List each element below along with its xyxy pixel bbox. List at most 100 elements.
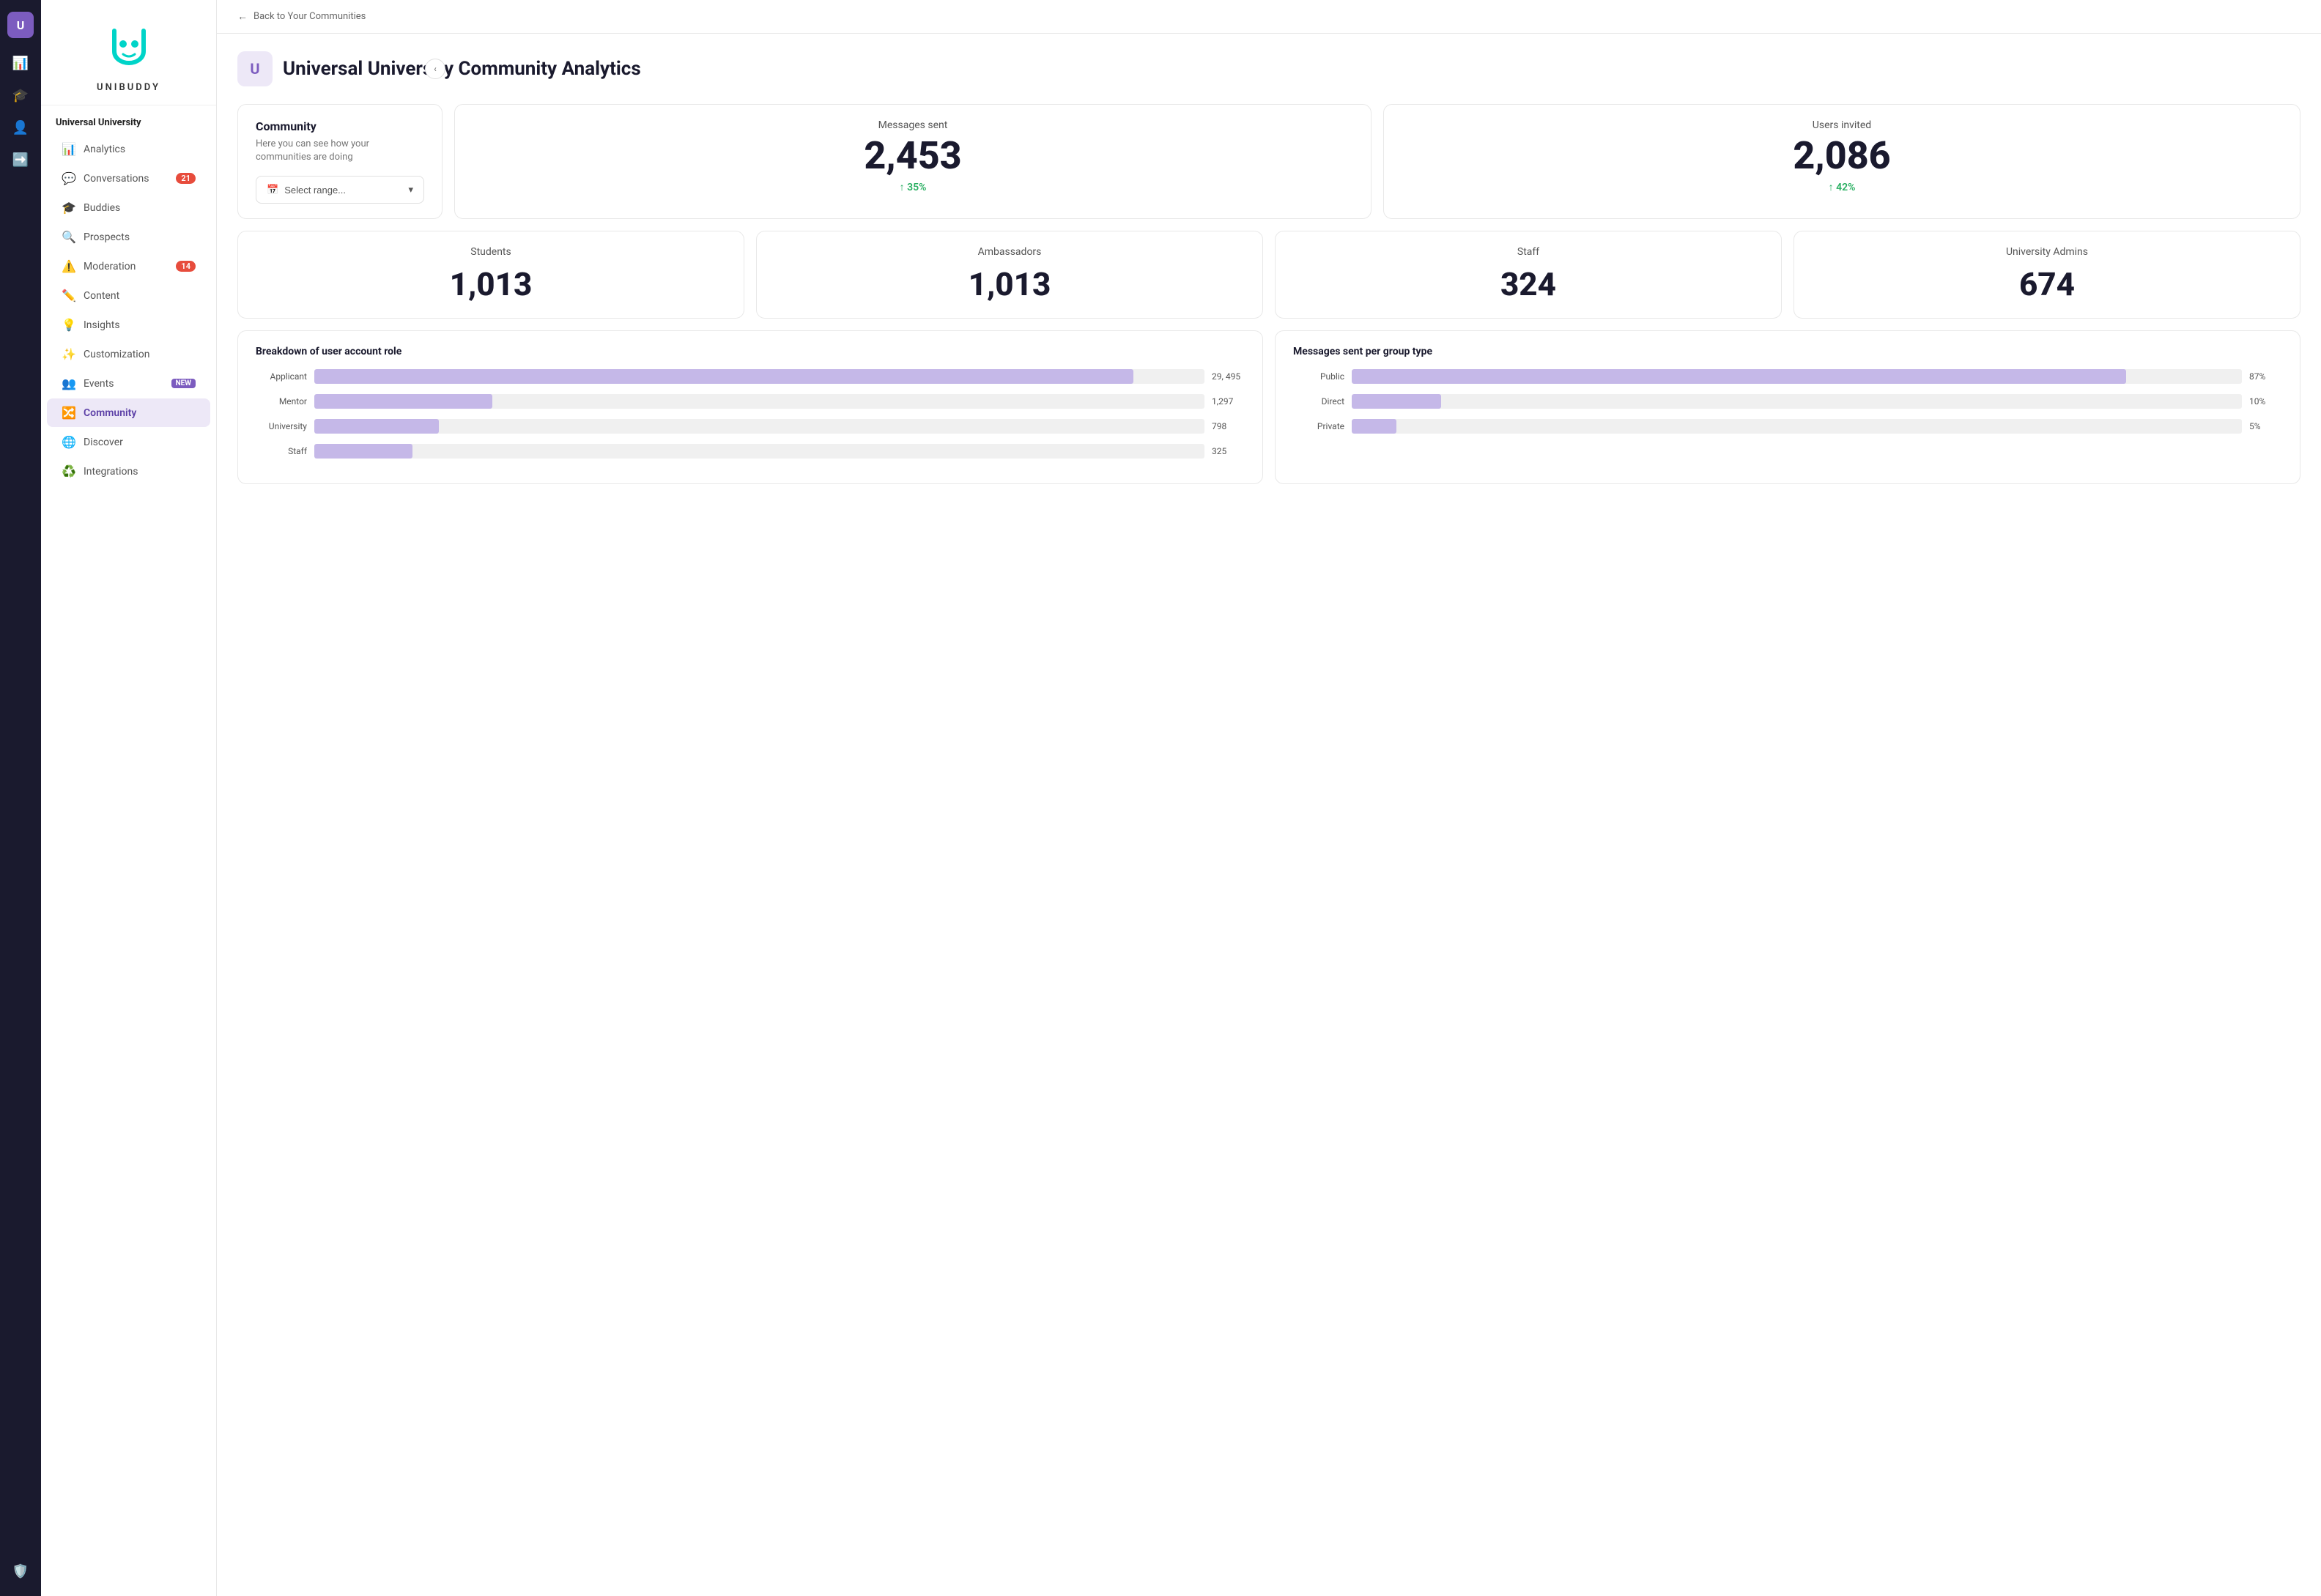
sidebar-item-buddies[interactable]: 🎓 Buddies [47, 193, 210, 222]
integrations-label: Integrations [84, 466, 138, 478]
group-type-bar-fill-0 [1352, 369, 2126, 384]
rail-analytics-icon[interactable]: 📊 [7, 50, 34, 76]
discover-label: Discover [84, 437, 123, 448]
events-badge-new: NEW [171, 379, 196, 388]
sidebar: UNIBUDDY Universal University 📊 Analytic… [41, 0, 217, 1596]
analytics-label: Analytics [84, 144, 125, 155]
breakdown-bar-label-0: Applicant [256, 371, 307, 382]
content-area: U Universal University Community Analyti… [217, 34, 2321, 1596]
group-type-bar-label-0: Public [1293, 371, 1344, 382]
events-label: Events [84, 378, 114, 390]
charts-row: Breakdown of user account role Applicant… [237, 330, 2300, 484]
topbar: ← Back to Your Communities [217, 0, 2321, 34]
sidebar-section-title: Universal University [41, 105, 216, 134]
rail-bottom-icon[interactable]: 🛡️ [7, 1558, 34, 1584]
group-type-bar-row-1: Direct 10% [1293, 394, 2282, 409]
sidebar-item-customization[interactable]: ✨ Customization [47, 340, 210, 368]
users-invited-value: 2,086 [1402, 137, 2282, 175]
sidebar-item-community[interactable]: 🔀 Community [47, 398, 210, 427]
community-label: Community [84, 407, 136, 419]
sidebar-logo: UNIBUDDY [41, 0, 216, 105]
group-type-chart-title: Messages sent per group type [1293, 346, 2282, 357]
conversations-icon: 💬 [62, 171, 76, 185]
sidebar-item-content[interactable]: ✏️ Content [47, 281, 210, 310]
group-type-bar-track-0 [1352, 369, 2242, 384]
buddies-label: Buddies [84, 202, 120, 214]
icon-rail: U 📊 🎓 👤 ➡️ 🛡️ [0, 0, 41, 1596]
breakdown-chart-card: Breakdown of user account role Applicant… [237, 330, 1263, 484]
user-stat-card-3: University Admins 674 [1793, 231, 2300, 319]
buddies-icon: 🎓 [62, 201, 76, 215]
rail-user-avatar[interactable]: U [7, 12, 34, 38]
sidebar-item-integrations[interactable]: ♻️ Integrations [47, 457, 210, 486]
user-stats-row: Students 1,013 Ambassadors 1,013 Staff 3… [237, 231, 2300, 319]
user-stat-label-2: Staff [1293, 246, 1763, 258]
page-icon: U [237, 51, 273, 86]
events-icon: 👥 [62, 376, 76, 390]
sidebar-item-discover[interactable]: 🌐 Discover [47, 428, 210, 456]
group-type-bar-row-0: Public 87% [1293, 369, 2282, 384]
breakdown-bar-value-2: 798 [1212, 421, 1245, 431]
messages-sent-card: Messages sent 2,453 35% [454, 104, 1372, 219]
page-title: Universal University Community Analytics [283, 58, 641, 80]
group-type-bar-fill-1 [1352, 394, 1441, 409]
sidebar-item-moderation[interactable]: ⚠️ Moderation 14 [47, 252, 210, 281]
sidebar-item-analytics[interactable]: 📊 Analytics [47, 135, 210, 163]
sidebar-item-conversations[interactable]: 💬 Conversations 21 [47, 164, 210, 193]
sidebar-collapse-button[interactable]: ‹ [425, 59, 445, 79]
conversations-badge: 21 [176, 173, 196, 184]
breakdown-bar-row-3: Staff 325 [256, 444, 1245, 459]
group-type-bar-value-1: 10% [2249, 396, 2282, 407]
group-type-chart-card: Messages sent per group type Public 87% … [1275, 330, 2300, 484]
rail-education-icon[interactable]: 🎓 [7, 82, 34, 108]
user-stat-label-3: University Admins [1812, 246, 2282, 258]
breakdown-bar-track-0 [314, 369, 1204, 384]
moderation-label: Moderation [84, 261, 136, 272]
rail-export-icon[interactable]: ➡️ [7, 146, 34, 173]
breakdown-bar-track-3 [314, 444, 1204, 459]
user-stat-value-3: 674 [1812, 265, 2282, 303]
prospects-label: Prospects [84, 231, 130, 243]
breakdown-bar-row-1: Mentor 1,297 [256, 394, 1245, 409]
user-stat-label-0: Students [256, 246, 726, 258]
customization-icon: ✨ [62, 347, 76, 361]
sidebar-nav: 📊 Analytics 💬 Conversations 21 🎓 Buddies… [41, 134, 216, 486]
group-type-bars: Public 87% Direct 10% Private 5% [1293, 369, 2282, 434]
breakdown-bar-track-2 [314, 419, 1204, 434]
user-stat-value-1: 1,013 [774, 265, 1245, 303]
users-invited-card: Users invited 2,086 42% [1383, 104, 2300, 219]
moderation-icon: ⚠️ [62, 259, 76, 273]
top-stats-row: Community Here you can see how your comm… [237, 104, 2300, 219]
breakdown-bar-label-3: Staff [256, 446, 307, 456]
breakdown-bar-row-2: University 798 [256, 419, 1245, 434]
rail-user-icon[interactable]: 👤 [7, 114, 34, 141]
page-icon-label: U [250, 60, 259, 78]
back-to-communities-link[interactable]: Back to Your Communities [253, 11, 366, 22]
sidebar-item-events[interactable]: 👥 Events NEW [47, 369, 210, 398]
moderation-badge: 14 [176, 261, 196, 272]
breakdown-bars: Applicant 29, 495 Mentor 1,297 Universit… [256, 369, 1245, 459]
sidebar-item-insights[interactable]: 💡 Insights [47, 311, 210, 339]
breakdown-bar-value-3: 325 [1212, 446, 1245, 456]
insights-icon: 💡 [62, 318, 76, 332]
insights-label: Insights [84, 319, 120, 331]
group-type-bar-label-1: Direct [1293, 396, 1344, 407]
integrations-icon: ♻️ [62, 464, 76, 478]
user-stat-card-2: Staff 324 [1275, 231, 1782, 319]
sidebar-item-prospects[interactable]: 🔍 Prospects [47, 223, 210, 251]
breakdown-bar-fill-0 [314, 369, 1133, 384]
chevron-down-icon: ▾ [408, 184, 413, 196]
main-content: ← Back to Your Communities U Universal U… [217, 0, 2321, 1596]
back-arrow-icon: ← [237, 10, 248, 23]
date-range-button[interactable]: 📅 Select range... ▾ [256, 176, 424, 204]
breakdown-bar-value-1: 1,297 [1212, 396, 1245, 407]
users-invited-label: Users invited [1402, 119, 2282, 131]
messages-sent-change: 35% [473, 181, 1353, 193]
user-stat-card-0: Students 1,013 [237, 231, 744, 319]
group-type-bar-value-2: 5% [2249, 421, 2282, 431]
user-stat-value-2: 324 [1293, 265, 1763, 303]
messages-sent-value: 2,453 [473, 137, 1353, 175]
group-type-bar-track-2 [1352, 419, 2242, 434]
conversations-label: Conversations [84, 173, 149, 185]
discover-icon: 🌐 [62, 435, 76, 449]
